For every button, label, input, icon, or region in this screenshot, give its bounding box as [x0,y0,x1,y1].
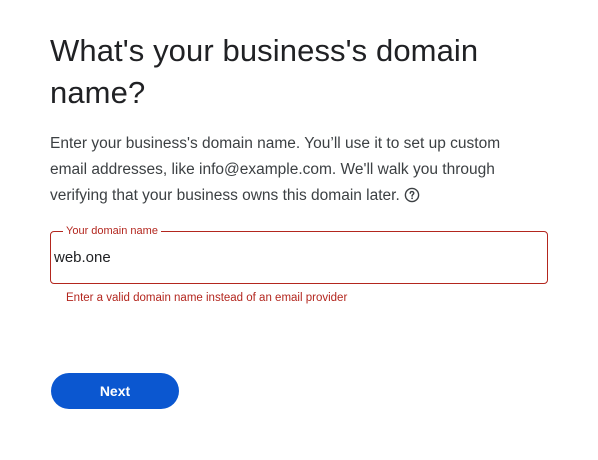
domain-input[interactable] [52,233,546,282]
domain-error-message: Enter a valid domain name instead of an … [66,292,348,304]
domain-field: Your domain name [50,225,548,284]
description: Enter your business's domain name. You’l… [50,131,540,209]
page-title: What's your business's domain name? [50,33,479,110]
domain-setup-page: What's your business's domain name? Ente… [50,30,560,305]
help-circle-icon[interactable] [404,186,420,203]
description-text: Enter your business's domain name. You’l… [50,135,501,204]
next-button[interactable]: Next [51,373,179,409]
